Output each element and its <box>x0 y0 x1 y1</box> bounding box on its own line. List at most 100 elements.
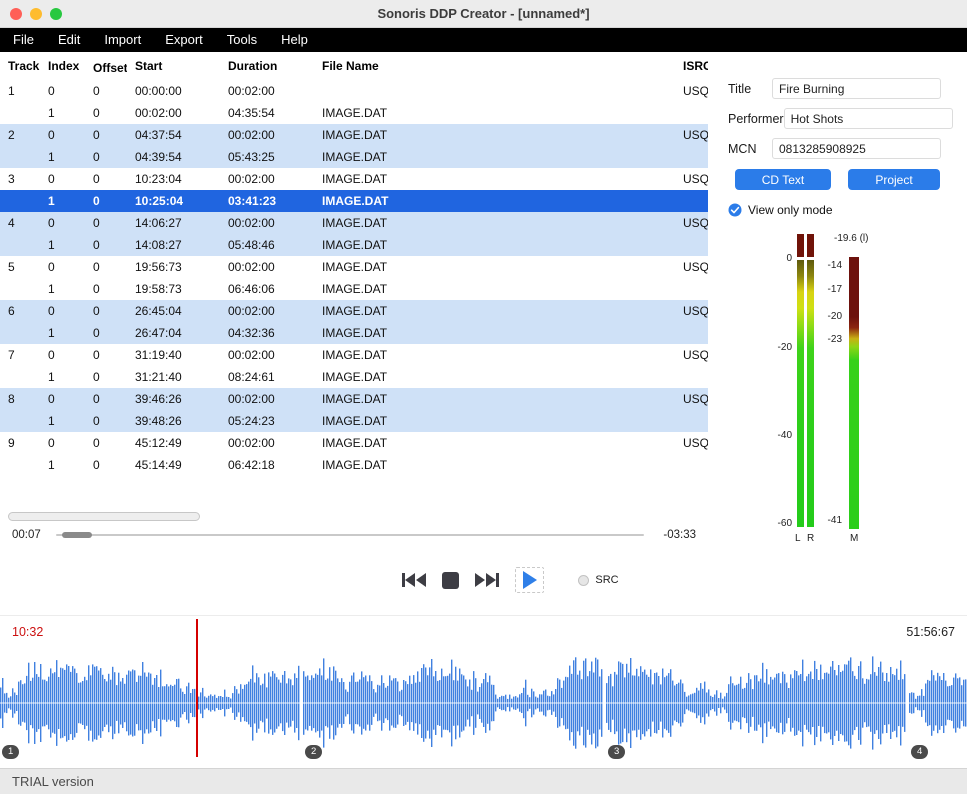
mcn-field-row: MCN <box>728 138 941 159</box>
table-row[interactable]: 40014:06:2700:02:00IMAGE.DATUSQ <box>0 212 708 234</box>
track-table-body: 10000:00:0000:02:00USQ1000:02:0004:35:54… <box>0 80 708 476</box>
traffic-lights <box>10 8 62 20</box>
table-row[interactable]: 1039:48:2605:24:23IMAGE.DAT <box>0 410 708 432</box>
cell-index: 0 <box>40 304 85 318</box>
cell-offset: 0 <box>85 150 127 164</box>
cell-offset: 0 <box>85 304 127 318</box>
table-row[interactable]: 50019:56:7300:02:00IMAGE.DATUSQ <box>0 256 708 278</box>
seek-track[interactable] <box>56 534 644 536</box>
cell-duration: 05:48:46 <box>220 238 314 252</box>
waveform-track-2[interactable]: 2 <box>303 656 603 750</box>
menu-item-help[interactable]: Help <box>269 28 320 52</box>
title-input[interactable] <box>772 78 941 99</box>
column-header-index[interactable]: Index <box>40 59 85 73</box>
menu-item-tools[interactable]: Tools <box>215 28 269 52</box>
track-number-badge: 1 <box>2 745 19 759</box>
menu-item-edit[interactable]: Edit <box>46 28 92 52</box>
column-header-track[interactable]: Track <box>0 59 40 73</box>
table-row[interactable]: 1004:39:5405:43:25IMAGE.DAT <box>0 146 708 168</box>
cell-duration: 00:02:00 <box>220 216 314 230</box>
zoom-button[interactable] <box>50 8 62 20</box>
seek-thumb[interactable] <box>62 532 92 538</box>
table-row-selected[interactable]: 1010:25:0403:41:23IMAGE.DAT <box>0 190 708 212</box>
waveform-graphic <box>909 656 967 750</box>
waveform-track-1[interactable]: 1 <box>0 656 300 750</box>
cell-file: IMAGE.DAT <box>314 282 675 296</box>
seek-slider[interactable] <box>56 524 644 545</box>
playback-seek-row: 00:07 -03:33 <box>0 524 708 545</box>
table-row[interactable]: 1045:14:4906:42:18IMAGE.DAT <box>0 454 708 476</box>
cell-index: 1 <box>40 414 85 428</box>
meter-bar <box>807 260 814 527</box>
stop-button[interactable] <box>442 572 459 589</box>
src-toggle[interactable]: SRC <box>578 574 618 586</box>
metadata-buttons: CD Text Project <box>735 169 967 190</box>
table-row[interactable]: 1031:21:4008:24:61IMAGE.DAT <box>0 366 708 388</box>
cell-offset: 0 <box>85 392 127 406</box>
column-header-file-name[interactable]: File Name <box>314 59 675 73</box>
table-row[interactable]: 90045:12:4900:02:00IMAGE.DATUSQ <box>0 432 708 454</box>
cell-index: 1 <box>40 150 85 164</box>
cell-offset: 0 <box>85 436 127 450</box>
table-header: Track Index Offset Start Duration File N… <box>0 52 708 80</box>
cell-duration: 06:42:18 <box>220 458 314 472</box>
cd-text-button[interactable]: CD Text <box>735 169 831 190</box>
metadata-fields: Title Performer MCN <box>708 52 967 159</box>
table-row[interactable]: 70031:19:4000:02:00IMAGE.DATUSQ <box>0 344 708 366</box>
table-row[interactable]: 30010:23:0400:02:00IMAGE.DATUSQ <box>0 168 708 190</box>
waveform-graphic <box>0 656 300 750</box>
cell-isrc: USQ <box>675 172 708 186</box>
title-label: Title <box>728 82 772 96</box>
m-scale-label: -41 <box>816 515 842 526</box>
cell-duration: 08:24:61 <box>220 370 314 384</box>
scrollbar-thumb[interactable] <box>8 512 200 521</box>
performer-input[interactable] <box>784 108 953 129</box>
cell-track: 7 <box>0 348 40 362</box>
cell-duration: 00:02:00 <box>220 436 314 450</box>
horizontal-scrollbar[interactable] <box>0 510 708 524</box>
mcn-input[interactable] <box>772 138 941 159</box>
cell-offset: 0 <box>85 326 127 340</box>
m-scale-label: -20 <box>816 311 842 322</box>
table-row[interactable]: 1019:58:7306:46:06IMAGE.DAT <box>0 278 708 300</box>
column-header-isrc[interactable]: ISRC <box>675 59 708 73</box>
window-title: Sonoris DDP Creator - [unnamed*] <box>0 6 967 21</box>
next-track-button[interactable] <box>475 573 499 587</box>
waveform-track-3[interactable]: 3 <box>606 656 906 750</box>
menu-item-export[interactable]: Export <box>153 28 215 52</box>
table-row[interactable]: 60026:45:0400:02:00IMAGE.DATUSQ <box>0 300 708 322</box>
cell-start: 26:45:04 <box>127 304 220 318</box>
play-button[interactable] <box>515 567 544 593</box>
table-row[interactable]: 10000:00:0000:02:00USQ <box>0 80 708 102</box>
column-header-offset[interactable]: Offset <box>85 58 127 75</box>
minimize-button[interactable] <box>30 8 42 20</box>
table-row[interactable]: 1026:47:0404:32:36IMAGE.DAT <box>0 322 708 344</box>
menu-item-import[interactable]: Import <box>92 28 153 52</box>
app-window: Sonoris DDP Creator - [unnamed*] FileEdi… <box>0 0 967 794</box>
table-row[interactable]: 1000:02:0004:35:54IMAGE.DAT <box>0 102 708 124</box>
column-header-duration[interactable]: Duration <box>220 59 314 73</box>
previous-track-button[interactable] <box>402 573 426 587</box>
cell-file: IMAGE.DAT <box>314 238 675 252</box>
project-button[interactable]: Project <box>848 169 940 190</box>
menu-item-file[interactable]: File <box>1 28 46 52</box>
playhead-cursor[interactable] <box>196 619 198 757</box>
view-only-check-icon[interactable] <box>728 203 742 217</box>
cell-offset: 0 <box>85 216 127 230</box>
lr-scale-label: -40 <box>766 430 792 441</box>
cell-isrc: USQ <box>675 436 708 450</box>
close-button[interactable] <box>10 8 22 20</box>
waveform-track-4[interactable]: 4 <box>909 656 967 750</box>
cell-index: 0 <box>40 84 85 98</box>
statusbar: TRIAL version <box>0 768 967 794</box>
cell-isrc: USQ <box>675 128 708 142</box>
remaining-time: -03:33 <box>654 529 696 541</box>
column-header-start[interactable]: Start <box>127 59 220 73</box>
table-row[interactable]: 20004:37:5400:02:00IMAGE.DATUSQ <box>0 124 708 146</box>
cell-file: IMAGE.DAT <box>314 370 675 384</box>
view-only-mode-label: View only mode <box>748 203 833 217</box>
src-radio-icon[interactable] <box>578 575 589 586</box>
table-row[interactable]: 1014:08:2705:48:46IMAGE.DAT <box>0 234 708 256</box>
lr-scale-label: -60 <box>766 518 792 529</box>
table-row[interactable]: 80039:46:2600:02:00IMAGE.DATUSQ <box>0 388 708 410</box>
